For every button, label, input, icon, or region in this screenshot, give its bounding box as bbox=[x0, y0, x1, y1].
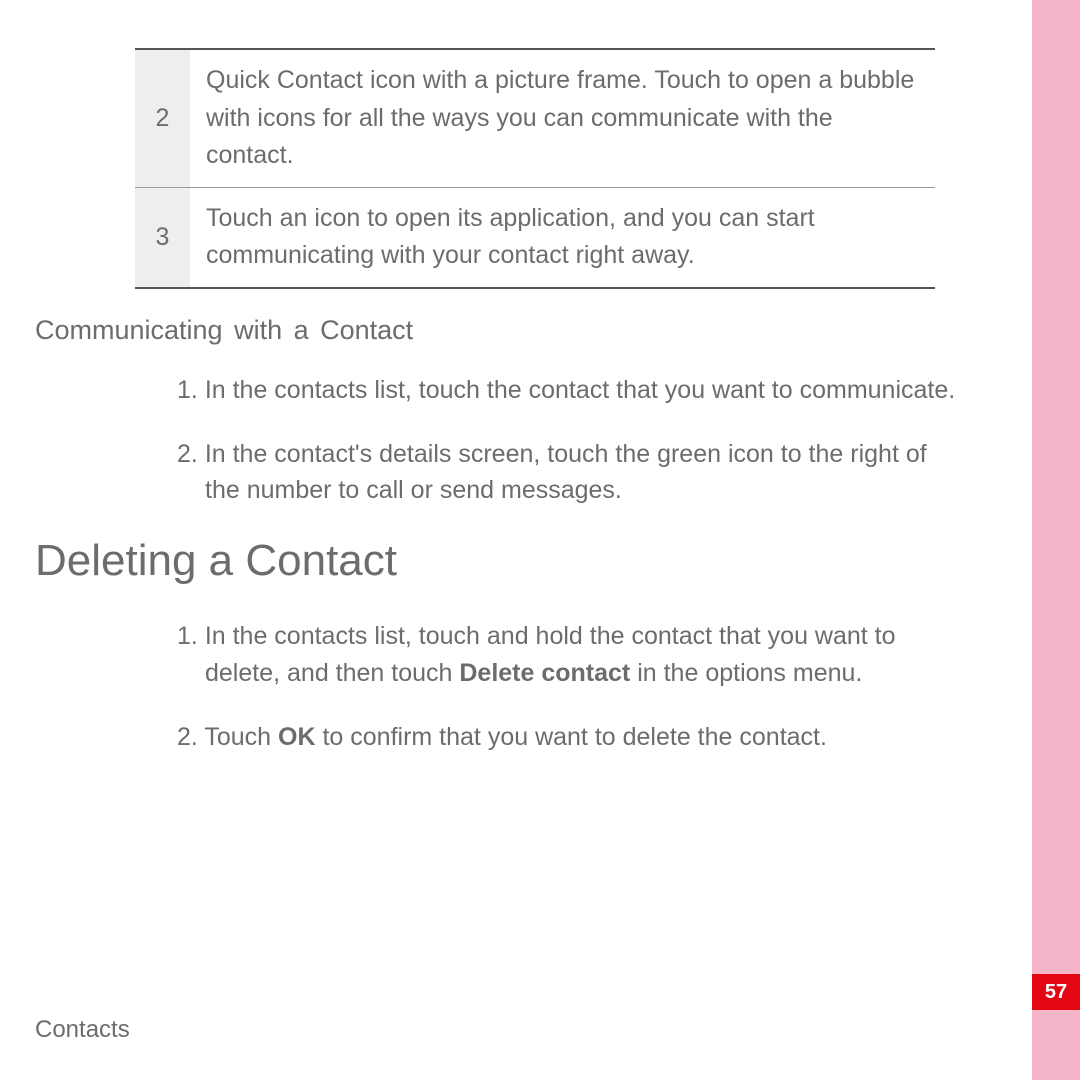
side-stripe bbox=[1032, 0, 1080, 1080]
list-item: Touch OK to confirm that you want to del… bbox=[205, 719, 965, 755]
row-number: 3 bbox=[135, 188, 190, 287]
subheading-communicating: Communicating with a Contact bbox=[35, 315, 995, 346]
list-item: In the contacts list, touch and hold the… bbox=[205, 618, 965, 691]
list-item: In the contacts list, touch the contact … bbox=[205, 372, 965, 408]
heading-deleting-contact: Deleting a Contact bbox=[35, 536, 995, 586]
row-text: Quick Contact icon with a picture frame.… bbox=[190, 50, 935, 187]
row-number: 2 bbox=[135, 50, 190, 187]
table-row: 2 Quick Contact icon with a picture fram… bbox=[135, 50, 935, 187]
reference-table: 2 Quick Contact icon with a picture fram… bbox=[135, 48, 935, 289]
page-number-badge: 57 bbox=[1032, 974, 1080, 1010]
list-item: In the contact's details screen, touch t… bbox=[205, 436, 965, 509]
page-content: 2 Quick Contact icon with a picture fram… bbox=[95, 48, 995, 783]
communicate-steps: In the contacts list, touch the contact … bbox=[205, 372, 995, 509]
table-row: 3 Touch an icon to open its application,… bbox=[135, 187, 935, 287]
delete-steps: In the contacts list, touch and hold the… bbox=[205, 618, 995, 755]
footer-section-label: Contacts bbox=[35, 1016, 130, 1044]
row-text: Touch an icon to open its application, a… bbox=[190, 188, 935, 287]
